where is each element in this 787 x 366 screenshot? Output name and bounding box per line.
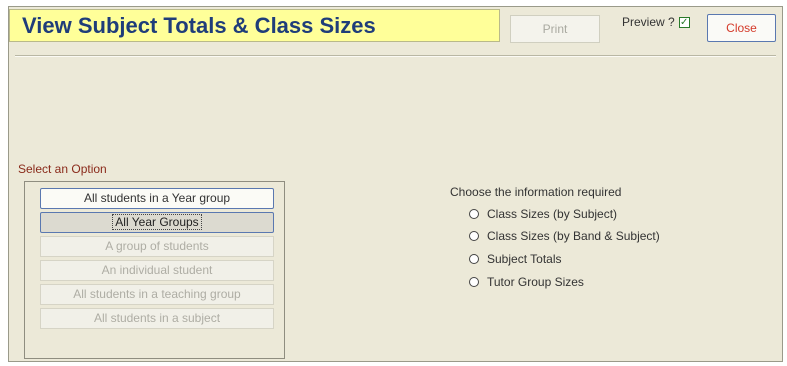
preview-checkbox[interactable]: ✓ [678, 16, 690, 28]
option-group-of-students-button: A group of students [40, 236, 274, 257]
page-title: View Subject Totals & Class Sizes [22, 13, 376, 38]
title-bar: View Subject Totals & Class Sizes [9, 9, 500, 42]
option-individual-student-button: An individual student [40, 260, 274, 281]
options-panel: All students in a Year group All Year Gr… [24, 181, 285, 359]
close-button[interactable]: Close [707, 14, 776, 42]
preview-label: Preview ? [622, 15, 675, 29]
option-all-year-groups-button[interactable]: All Year Groups [40, 212, 274, 233]
radio-button[interactable] [469, 231, 479, 241]
preview-toggle[interactable]: Preview ? ✓ [622, 15, 690, 29]
radio-label: Class Sizes (by Subject) [487, 207, 618, 221]
radio-class-sizes-by-band-subject[interactable]: Class Sizes (by Band & Subject) [469, 229, 660, 243]
radio-tutor-group-sizes[interactable]: Tutor Group Sizes [469, 275, 584, 289]
option-label: All students in a subject [93, 311, 221, 325]
choose-info-label: Choose the information required [450, 185, 622, 199]
option-label: An individual student [101, 263, 213, 277]
select-option-label: Select an Option [18, 162, 107, 176]
radio-label: Class Sizes (by Band & Subject) [487, 229, 660, 243]
print-button[interactable]: Print [510, 15, 600, 43]
option-label: A group of students [105, 239, 209, 253]
radio-label: Subject Totals [487, 252, 562, 266]
option-subject-button: All students in a subject [40, 308, 274, 329]
radio-label: Tutor Group Sizes [487, 275, 584, 289]
option-label: All students in a teaching group [73, 287, 241, 301]
radio-subject-totals[interactable]: Subject Totals [469, 252, 562, 266]
option-label: All Year Groups [112, 214, 202, 230]
option-teaching-group-button: All students in a teaching group [40, 284, 274, 305]
radio-class-sizes-by-subject[interactable]: Class Sizes (by Subject) [469, 207, 617, 221]
radio-button[interactable] [469, 254, 479, 264]
header-divider [15, 55, 776, 57]
option-label: All students in a Year group [83, 191, 231, 205]
radio-button[interactable] [469, 277, 479, 287]
option-year-group-button[interactable]: All students in a Year group [40, 188, 274, 209]
radio-button[interactable] [469, 209, 479, 219]
